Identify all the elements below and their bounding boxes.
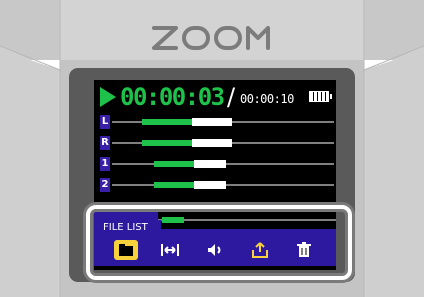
track-label: R [100, 136, 110, 150]
battery-icon [309, 91, 332, 102]
waveform [112, 160, 334, 168]
waveform [112, 181, 334, 189]
waveform [112, 139, 334, 147]
time-separator: / [227, 83, 236, 111]
track-row: L [94, 114, 336, 130]
track-row: R [94, 135, 336, 151]
recorder-device: 00:00:03 / 00:00:10 L R 1 2 FILE LIST [0, 0, 424, 297]
elapsed-time: 00:00:03 [120, 83, 225, 111]
track-row: 2 [94, 177, 336, 193]
track-label: 2 [100, 178, 110, 192]
track-label: L [100, 115, 110, 129]
zoom-logo [152, 26, 270, 50]
waveform [112, 118, 334, 126]
play-icon [100, 87, 116, 107]
highlight-frame [86, 205, 352, 280]
timecode-bar: 00:00:03 / 00:00:10 [94, 84, 336, 110]
total-time: 00:00:10 [240, 92, 294, 106]
track-label: 1 [100, 157, 110, 171]
track-row: 1 [94, 156, 336, 172]
